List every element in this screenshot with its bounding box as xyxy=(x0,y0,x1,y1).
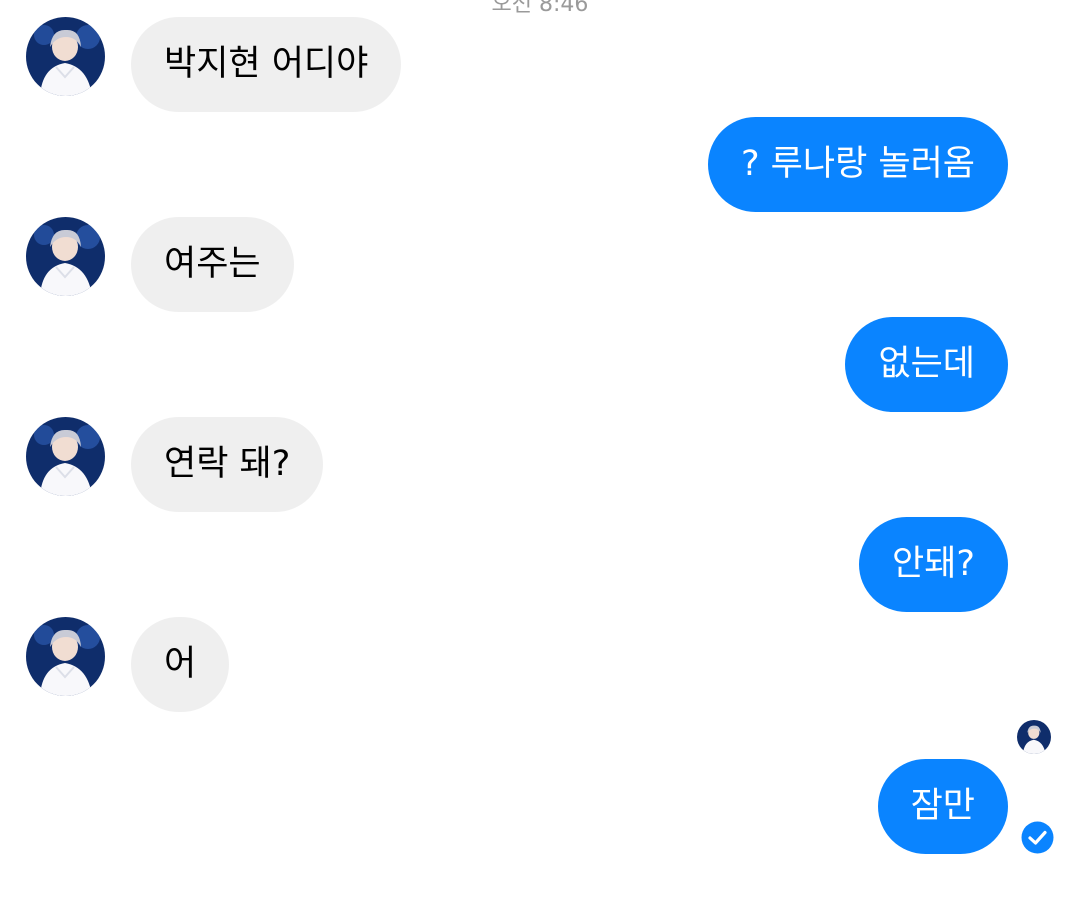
message-bubble-outgoing[interactable]: 잠만 xyxy=(877,759,1008,854)
message-bubble-outgoing[interactable]: ? 루나랑 놀러옴 xyxy=(707,117,1008,212)
avatar-image xyxy=(26,17,105,96)
avatar-image xyxy=(26,417,105,496)
message-bubble-incoming[interactable]: 여주는 xyxy=(131,217,294,312)
message-bubble-outgoing[interactable]: 안돼? xyxy=(859,517,1008,612)
avatar-image xyxy=(26,617,105,696)
message-bubble-incoming[interactable]: 박지현 어디야 xyxy=(131,17,402,112)
contact-avatar[interactable] xyxy=(26,217,105,296)
message-bubble-incoming[interactable]: 연락 돼? xyxy=(131,417,324,512)
contact-avatar[interactable] xyxy=(26,417,105,496)
chat-thread: 박지현 어디야 ? 루나랑 놀러옴 여주는 없는데 연락 돼? 안돼? 어 잠만 xyxy=(0,0,1080,897)
message-bubble-incoming[interactable]: 어 xyxy=(131,617,230,712)
seen-avatar xyxy=(1017,720,1051,754)
contact-avatar[interactable] xyxy=(26,617,105,696)
check-circle-icon xyxy=(1021,821,1054,854)
contact-avatar[interactable] xyxy=(26,17,105,96)
avatar-image xyxy=(26,217,105,296)
seen-avatar-image xyxy=(1017,720,1051,754)
message-bubble-outgoing[interactable]: 없는데 xyxy=(845,317,1008,412)
